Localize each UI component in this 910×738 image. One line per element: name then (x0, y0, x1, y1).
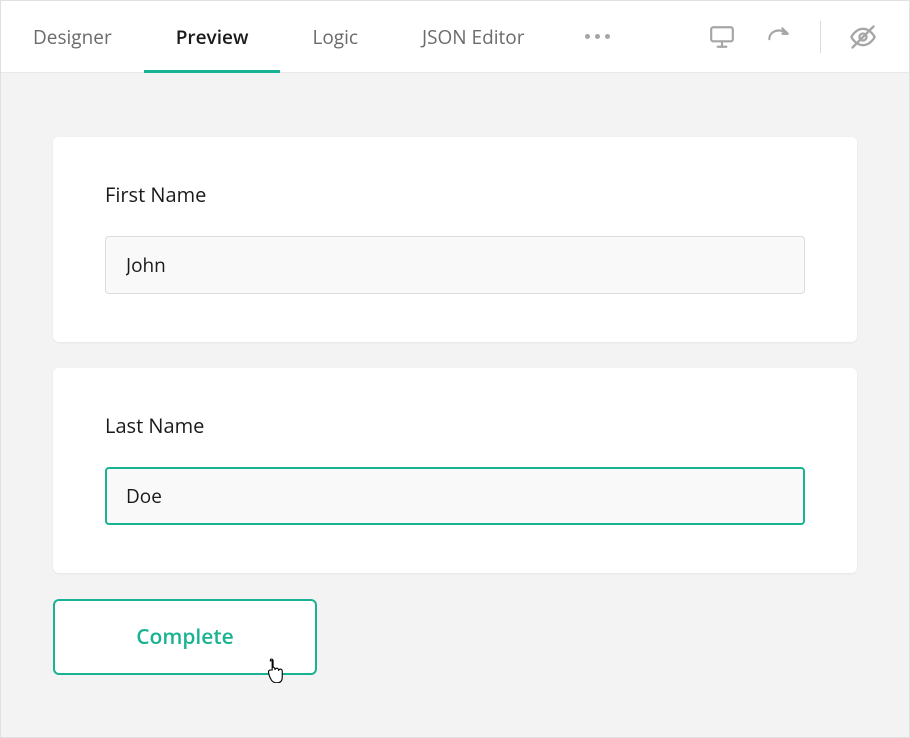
redo-arrow-icon (765, 24, 791, 50)
tab-label: Preview (176, 24, 249, 50)
preview-canvas: First Name Last Name Complete (1, 73, 909, 737)
ellipsis-icon (585, 34, 610, 39)
tabs: Designer Preview Logic JSON Editor (1, 1, 638, 72)
first-name-label: First Name (105, 181, 805, 208)
tab-bar: Designer Preview Logic JSON Editor (1, 1, 909, 73)
tab-designer[interactable]: Designer (1, 1, 144, 72)
tab-preview[interactable]: Preview (144, 1, 281, 72)
tab-json-editor[interactable]: JSON Editor (390, 1, 557, 72)
complete-button-label: Complete (136, 623, 234, 651)
tab-label: Logic (312, 24, 358, 50)
last-name-input[interactable] (105, 467, 805, 525)
tab-label: Designer (33, 24, 112, 50)
device-preview-button[interactable] (708, 23, 736, 51)
question-card-first-name: First Name (53, 137, 857, 342)
question-card-last-name: Last Name (53, 368, 857, 573)
tab-logic[interactable]: Logic (280, 1, 390, 72)
visibility-toggle-button[interactable] (849, 23, 877, 51)
complete-button[interactable]: Complete (53, 599, 317, 675)
eye-off-icon (849, 23, 877, 51)
tab-label: JSON Editor (422, 24, 525, 50)
divider (820, 21, 821, 53)
tab-more-button[interactable] (557, 1, 638, 72)
redo-button[interactable] (764, 23, 792, 51)
last-name-label: Last Name (105, 412, 805, 439)
toolbar (708, 1, 885, 72)
first-name-input[interactable] (105, 236, 805, 294)
desktop-icon (709, 24, 735, 50)
